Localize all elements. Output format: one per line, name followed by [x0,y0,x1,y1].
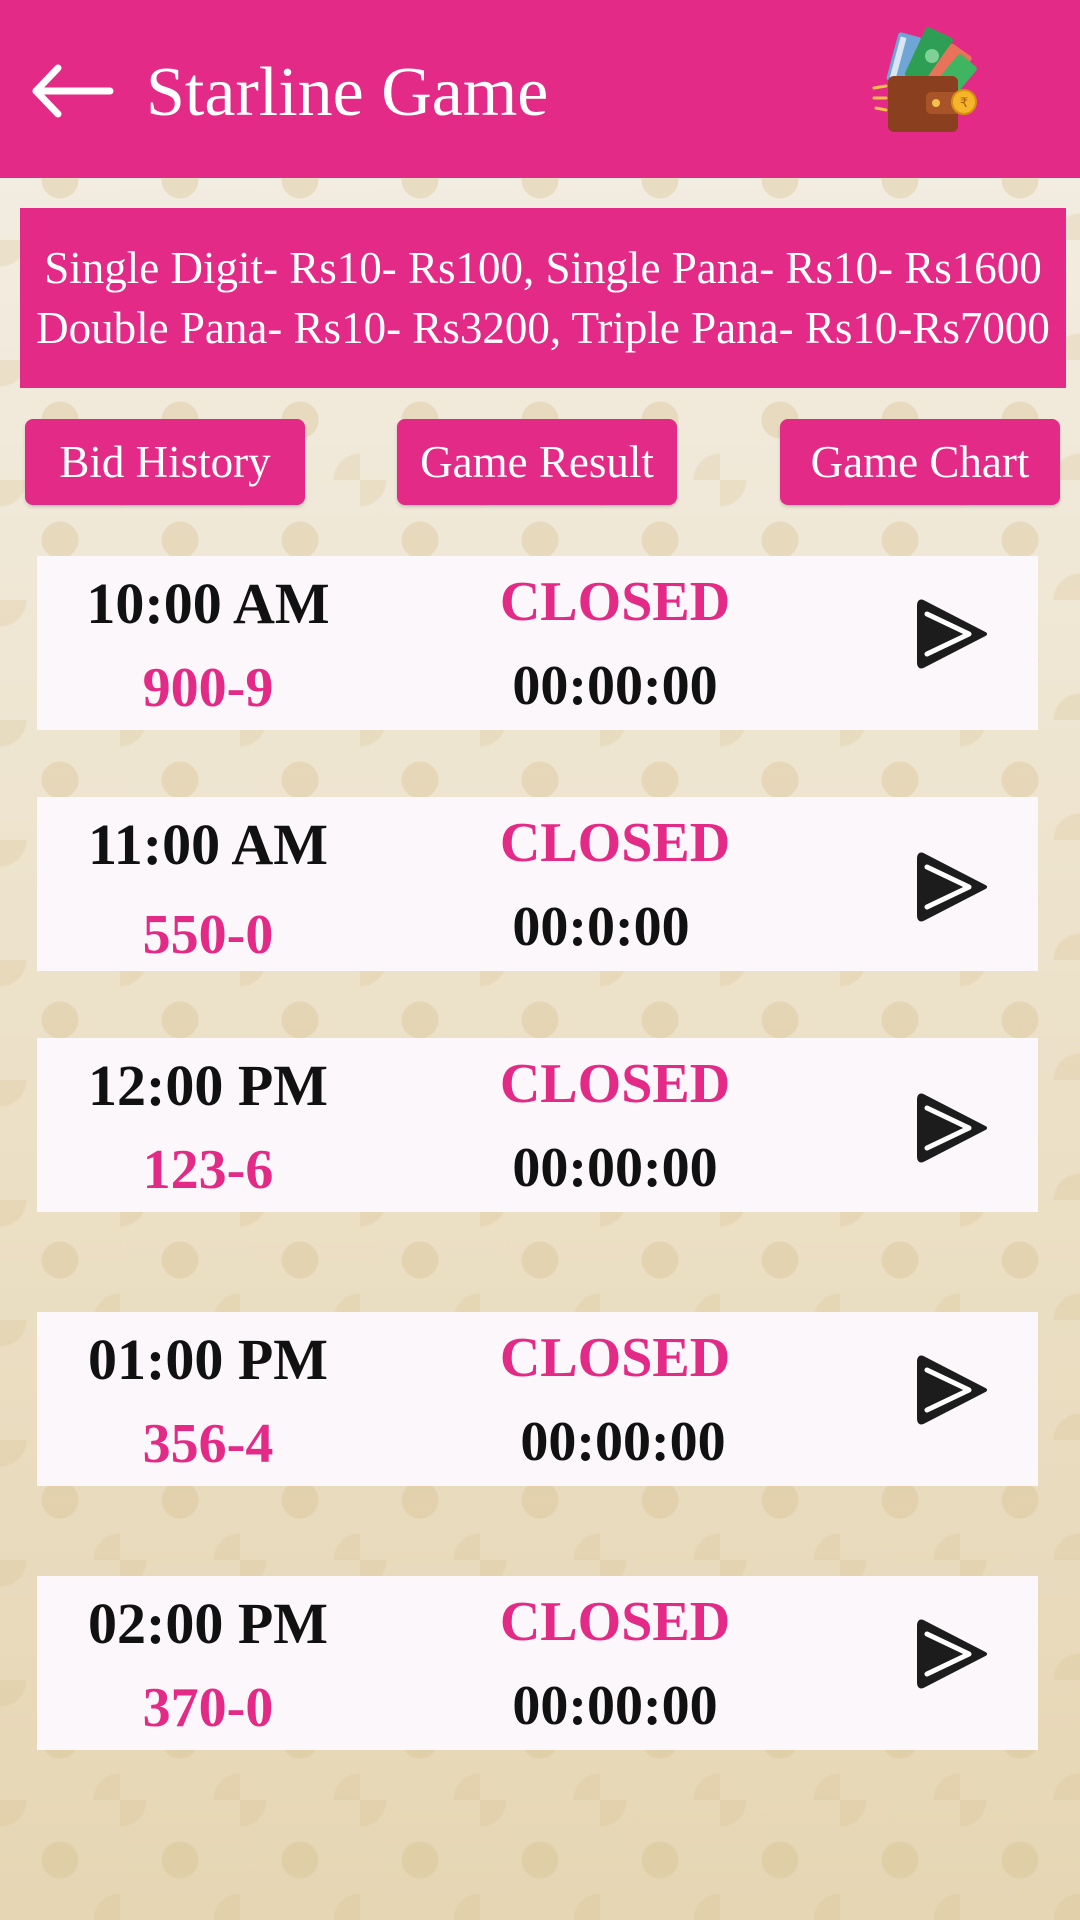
page-title: Starline Game [146,54,549,131]
svg-text:₹: ₹ [960,96,968,111]
play-icon [917,852,987,922]
game-result: 550-0 [142,904,274,966]
game-timer: 00:00:00 [520,1411,726,1473]
rates-line-1: Single Digit- Rs10- Rs100, Single Pana- … [44,243,1042,293]
play-icon [917,1355,987,1425]
game-time: 10:00 AM [86,571,330,636]
app-header: Starline Game ₹ [0,0,1080,178]
game-card[interactable]: 10:00 AM 900-9 CLOSED 00:00:00 [37,556,1038,730]
game-result: 356-4 [142,1413,274,1475]
game-result: 370-0 [142,1677,274,1739]
game-time: 11:00 AM [87,812,329,877]
play-icon [917,1619,987,1689]
wallet-button[interactable]: ₹ [870,26,982,136]
game-time: 12:00 PM [88,1053,328,1118]
game-status: CLOSED [499,1053,731,1115]
rates-line-2: Double Pana- Rs10- Rs3200, Triple Pana- … [36,303,1050,353]
game-timer: 00:0:00 [512,896,690,958]
game-result: 900-9 [142,657,274,719]
game-result: 123-6 [142,1139,274,1201]
game-time: 02:00 PM [88,1591,328,1656]
play-icon [917,599,987,669]
game-status: CLOSED [499,1327,731,1389]
game-status: CLOSED [499,571,731,633]
rates-banner: Single Digit- Rs10- Rs100, Single Pana- … [20,208,1066,388]
play-button[interactable] [913,594,993,674]
play-button[interactable] [913,1614,993,1694]
play-icon [917,1093,987,1163]
play-button[interactable] [913,847,993,927]
game-timer: 00:00:00 [512,1675,718,1737]
bid-history-button[interactable]: Bid History [25,419,305,505]
wallet-icon: ₹ [872,27,977,132]
game-card[interactable]: 02:00 PM 370-0 CLOSED 00:00:00 [37,1576,1038,1750]
game-card[interactable]: 01:00 PM 356-4 CLOSED 00:00:00 [37,1312,1038,1486]
back-button[interactable] [30,56,114,126]
game-status: CLOSED [499,812,731,874]
game-status: CLOSED [499,1591,731,1653]
play-button[interactable] [913,1088,993,1168]
game-card[interactable]: 12:00 PM 123-6 CLOSED 00:00:00 [37,1038,1038,1212]
game-timer: 00:00:00 [512,1137,718,1199]
game-timer: 00:00:00 [512,655,718,717]
game-result-button[interactable]: Game Result [397,419,677,505]
game-card[interactable]: 11:00 AM 550-0 CLOSED 00:0:00 [37,797,1038,971]
game-time: 01:00 PM [88,1327,328,1392]
game-chart-button[interactable]: Game Chart [780,419,1060,505]
play-button[interactable] [913,1350,993,1430]
arrow-left-icon [32,64,114,118]
